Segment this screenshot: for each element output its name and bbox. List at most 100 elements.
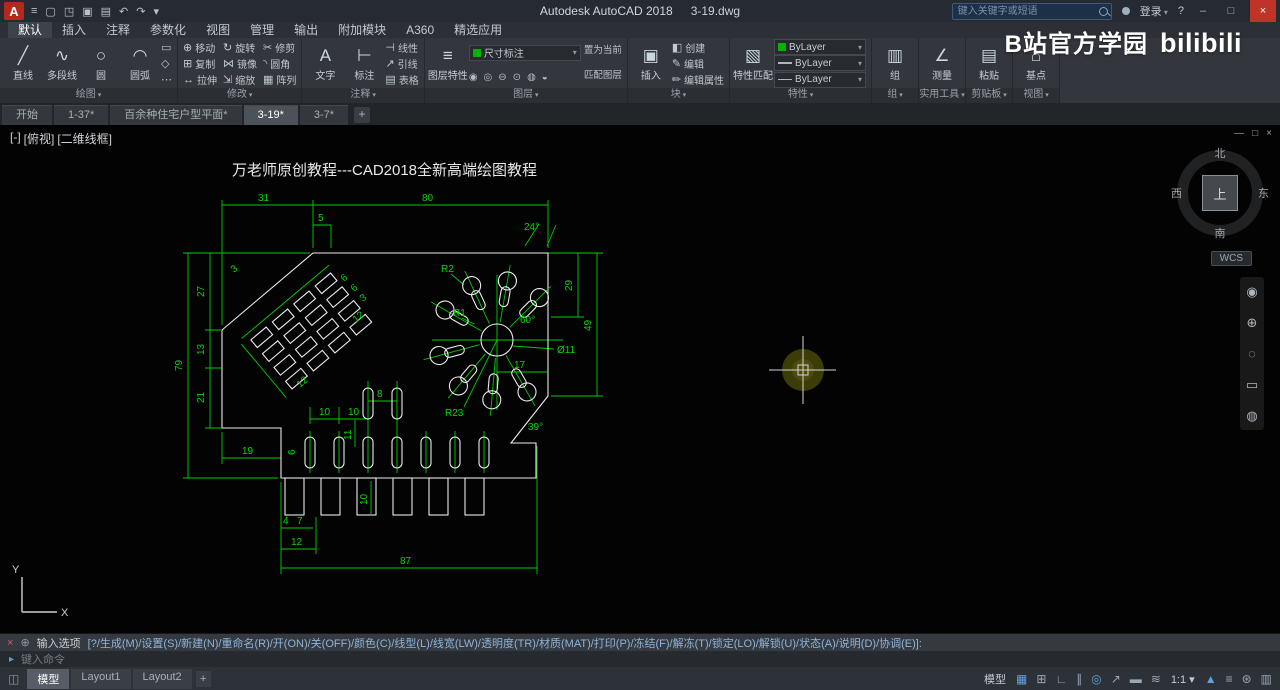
drawing-area[interactable]: 万老师原创教程---CAD2018全新高端绘图教程 Y X 31 80 5 24…	[0, 125, 1280, 633]
ribbon-tab-3[interactable]: 参数化	[140, 22, 196, 38]
quick-access-icon-1[interactable]: ▢	[45, 5, 55, 18]
table-button[interactable]: ▤ 表格	[385, 72, 418, 87]
quick-access-icon-2[interactable]: ◳	[64, 5, 74, 18]
ribbon-tab-5[interactable]: 管理	[240, 22, 284, 38]
layer-tool-icon-3[interactable]: ⊙	[513, 72, 521, 83]
ribbon-tab-4[interactable]: 视图	[196, 22, 240, 38]
panel-label-draw[interactable]: 绘图	[0, 88, 177, 103]
file-tab-2[interactable]: 百余种住宅户型平面*	[110, 105, 242, 125]
status-icon-2[interactable]: ∟	[1055, 672, 1067, 686]
file-tab-0[interactable]: 开始	[2, 105, 52, 125]
new-drawing-tab-button[interactable]: +	[354, 107, 371, 123]
viewcube-north[interactable]: 北	[1215, 145, 1226, 161]
navbar-icon-2[interactable]: ◌	[1248, 347, 1256, 360]
layer-tool-icon-4[interactable]: ◍	[527, 72, 536, 83]
wcs-dropdown[interactable]: WCS	[1210, 251, 1252, 266]
navbar-icon-1[interactable]: ⊕	[1247, 316, 1258, 329]
text-button[interactable]: A 文字	[307, 39, 343, 88]
quick-access-icon-6[interactable]: ↷	[136, 5, 145, 18]
command-customize-icon[interactable]: ⊕	[20, 636, 29, 649]
search-input[interactable]	[955, 4, 1099, 18]
minimize-button[interactable]: –	[1194, 5, 1212, 17]
panel-label-view[interactable]: 视图	[1013, 88, 1060, 103]
edit-block-button[interactable]: ✎ 编辑	[672, 56, 724, 71]
command-input-row[interactable]: ▸ 键入命令	[0, 651, 1280, 667]
viewport-control-2[interactable]: [二维线框]	[57, 130, 112, 147]
autocad-logo[interactable]: A	[4, 2, 24, 20]
ribbon-tab-0[interactable]: 默认	[8, 22, 53, 38]
layer-tool-icon-2[interactable]: ⊖	[498, 72, 506, 83]
panel-label-utilities[interactable]: 实用工具	[919, 88, 966, 103]
panel-label-annotate[interactable]: 注释	[302, 88, 424, 103]
polyline-button[interactable]: ∿ 多段线	[44, 39, 80, 88]
status-icon-5[interactable]: ↗	[1111, 672, 1121, 686]
draw-tool-icon-2[interactable]: ⋯	[161, 73, 172, 86]
match-layer-button[interactable]: 匹配图层	[584, 70, 622, 82]
dimension-button[interactable]: ⊢ 标注	[346, 39, 382, 88]
ribbon-tab-7[interactable]: 附加模块	[328, 22, 396, 38]
layer-tool-icon-1[interactable]: ◎	[484, 72, 493, 83]
status-icon-4[interactable]: ◎	[1091, 672, 1101, 686]
insert-block-button[interactable]: ▣ 插入	[633, 39, 669, 88]
make-current-button[interactable]: 置为当前	[584, 45, 622, 57]
search-box[interactable]	[951, 2, 1112, 20]
match-properties-button[interactable]: ▧ 特性匹配	[733, 39, 773, 88]
panel-label-properties[interactable]: 特性	[730, 88, 872, 103]
file-tab-1[interactable]: 1-37*	[54, 105, 109, 125]
create-block-button[interactable]: ◧ 创建	[672, 40, 724, 55]
layout-tab-1[interactable]: Layout1	[71, 669, 131, 689]
viewcube-east[interactable]: 东	[1258, 185, 1269, 201]
panel-label-clipboard[interactable]: 剪贴板	[966, 88, 1013, 103]
viewport-window-button-0[interactable]: —	[1234, 128, 1244, 139]
group-button[interactable]: ▥ 组	[877, 39, 913, 88]
measure-button[interactable]: ∠ 测量	[924, 39, 960, 88]
viewcube-west[interactable]: 西	[1171, 185, 1182, 201]
array-button[interactable]: ▦ 阵列	[263, 72, 296, 87]
mirror-button[interactable]: ⋈ 镜像	[223, 56, 257, 71]
layer-dropdown[interactable]: 尺寸标注	[468, 44, 581, 61]
scale-button[interactable]: ⇲ 缩放	[223, 72, 257, 87]
trim-button[interactable]: ✂ 修剪	[263, 40, 296, 55]
status-icon-b-1[interactable]: ≡	[1226, 672, 1233, 686]
status-icon-6[interactable]: ▬	[1130, 672, 1142, 686]
signin-button[interactable]: 登录	[1140, 3, 1168, 19]
layout-tab-2[interactable]: Layout2	[132, 669, 192, 689]
draw-tool-icon-0[interactable]: ▭	[161, 41, 172, 54]
layer-tool-icon-5[interactable]: ◒	[542, 72, 548, 83]
viewcube[interactable]: 北 南 西 东 上	[1171, 145, 1269, 241]
status-icon-0[interactable]: ▦	[1016, 672, 1027, 686]
edit-attributes-button[interactable]: ✏ 编辑属性	[672, 72, 724, 87]
navbar-icon-4[interactable]: ◍	[1246, 409, 1257, 422]
command-input-placeholder[interactable]: 键入命令	[21, 651, 65, 667]
fillet-button[interactable]: ◝ 圆角	[263, 56, 296, 71]
panel-label-groups[interactable]: 组	[872, 88, 919, 103]
linear-dim-button[interactable]: ⊣ 线性	[385, 40, 418, 55]
stretch-button[interactable]: ↔ 拉伸	[183, 72, 217, 88]
status-icon-b-3[interactable]: ▥	[1261, 672, 1272, 686]
viewcube-south[interactable]: 南	[1215, 225, 1226, 241]
ribbon-tab-1[interactable]: 插入	[52, 22, 96, 38]
lineweight-dropdown[interactable]: ByLayer	[774, 55, 867, 72]
status-icon-1[interactable]: ⊞	[1036, 672, 1046, 686]
layer-properties-button[interactable]: ≡ 图层特性	[428, 39, 468, 88]
navbar-icon-0[interactable]: ◉	[1246, 285, 1257, 298]
ribbon-tab-2[interactable]: 注释	[96, 22, 140, 38]
viewcube-top-face[interactable]: 上	[1202, 175, 1238, 211]
quick-access-icon-3[interactable]: ▣	[82, 5, 92, 18]
viewport-window-button-2[interactable]: ×	[1266, 128, 1272, 139]
panel-label-modify[interactable]: 修改	[178, 88, 302, 103]
quick-access-icon-4[interactable]: ▤	[101, 5, 111, 18]
copy-button[interactable]: ⊞ 复制	[183, 56, 217, 71]
ribbon-tab-8[interactable]: A360	[396, 22, 444, 38]
layer-tool-icon-0[interactable]: ◉	[469, 72, 478, 83]
linetype-dropdown[interactable]: ByLayer	[774, 71, 867, 88]
status-icon-b-0[interactable]: ▲	[1205, 672, 1217, 686]
file-tab-3[interactable]: 3-19*	[243, 105, 298, 125]
annotation-scale[interactable]: 1:1 ▾	[1171, 673, 1195, 686]
quick-access-icon-0[interactable]: ≡	[31, 5, 37, 18]
paste-button[interactable]: ▤ 粘贴	[971, 39, 1007, 88]
ribbon-tab-9[interactable]: 精选应用	[444, 22, 512, 38]
command-close-icon[interactable]: ×	[7, 637, 13, 649]
navbar-icon-3[interactable]: ▭	[1246, 378, 1258, 391]
draw-tool-icon-1[interactable]: ◇	[161, 57, 172, 70]
